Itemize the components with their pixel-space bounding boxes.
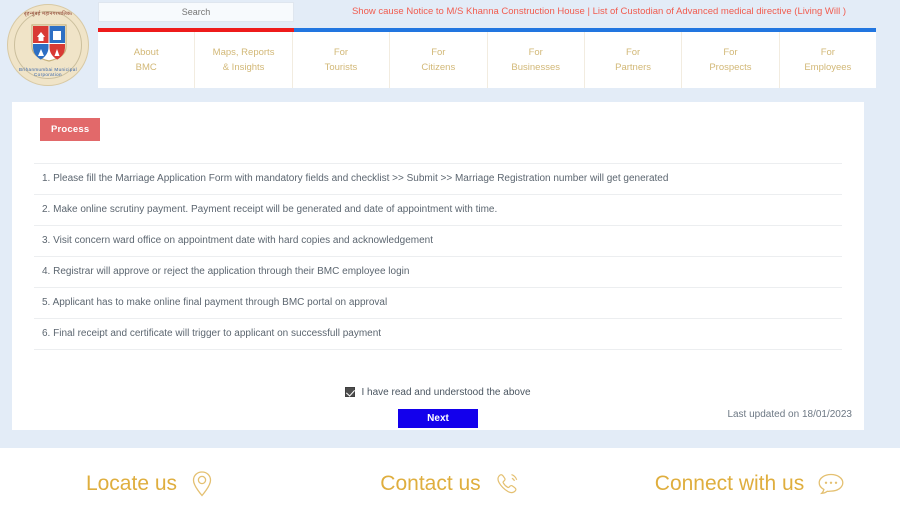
consent-checkbox[interactable] <box>345 387 356 397</box>
nav-item-for-partners[interactable]: For Partners <box>584 32 683 88</box>
confirm-area: I have read and understood the above Nex… <box>12 384 864 428</box>
nav-item-for-tourists[interactable]: For Tourists <box>292 32 391 88</box>
nav-label-line2: Citizens <box>421 62 456 73</box>
process-step: 6. Final receipt and certificate will tr… <box>34 319 842 350</box>
nav-item-for-employees[interactable]: For Employees <box>779 32 876 88</box>
nav-label-line2: Partners <box>615 62 652 73</box>
navbar-items: About BMC Maps, Reports & Insights For T… <box>98 32 876 88</box>
crest-arc-text: Brihanmumbai Municipal Corporation <box>18 67 78 77</box>
process-step: 1. Please fill the Marriage Application … <box>34 164 842 195</box>
site-header: बृहन्मुंबई महानगरपालिका Brihanmumbai Mun… <box>0 0 900 88</box>
nav-item-for-businesses[interactable]: For Businesses <box>487 32 585 88</box>
site-footer: Locate us Contact us Connect with us <box>0 448 900 519</box>
footer-connect-with-us[interactable]: Connect with us <box>600 472 900 496</box>
process-card: Process 1. Please fill the Marriage Appl… <box>12 102 864 430</box>
search-input[interactable] <box>98 2 294 22</box>
nav-label-line2: Businesses <box>511 62 560 73</box>
footer-connect-with-us-label: Connect with us <box>654 471 805 495</box>
process-step: 5. Applicant has to make online final pa… <box>34 288 842 319</box>
last-updated-text: Last updated on 18/01/2023 <box>727 409 852 420</box>
crest-shield-icon <box>31 24 67 62</box>
nav-label-line1: For <box>820 47 835 58</box>
nav-label-line1: For <box>625 47 641 58</box>
location-pin-icon <box>192 470 212 496</box>
consent-row[interactable]: I have read and understood the above <box>345 386 531 398</box>
footer-contact-us-label: Contact us <box>380 471 481 495</box>
notice-ticker[interactable]: Show cause Notice to M/S Khanna Construc… <box>300 3 898 21</box>
footer-contact-us[interactable]: Contact us <box>300 471 600 497</box>
process-step: 3. Visit concern ward office on appointm… <box>34 226 842 257</box>
nav-label-line2: & Insights <box>222 62 265 73</box>
nav-label-line1: For <box>431 47 446 58</box>
bmc-crest-icon: बृहन्मुंबई महानगरपालिका Brihanmumbai Mun… <box>7 4 89 86</box>
nav-label-line2: Prospects <box>709 62 752 73</box>
next-button[interactable]: Next <box>398 409 478 428</box>
nav-label-line2: Tourists <box>324 62 358 73</box>
chat-bubble-icon <box>818 473 844 494</box>
crest-devanagari-text: बृहन्मुंबई महानगरपालिका <box>23 11 73 17</box>
nav-label-line2: Employees <box>804 62 852 73</box>
footer-locate-us[interactable]: Locate us <box>0 470 300 498</box>
nav-item-maps-reports-insights[interactable]: Maps, Reports & Insights <box>195 32 293 88</box>
nav-item-about-bmc[interactable]: About BMC <box>98 32 196 88</box>
nav-item-for-prospects[interactable]: For Prospects <box>682 32 780 88</box>
page-background: Process 1. Please fill the Marriage Appl… <box>0 88 900 448</box>
phone-ring-icon <box>497 473 517 493</box>
badge-row: Process <box>12 102 864 141</box>
process-steps-list: 1. Please fill the Marriage Application … <box>34 163 842 350</box>
nav-label-line1: For <box>528 47 543 58</box>
nav-label-line2: BMC <box>135 62 157 73</box>
main-navbar: About BMC Maps, Reports & Insights For T… <box>98 28 876 88</box>
footer-locate-us-label: Locate us <box>85 471 178 495</box>
consent-label: I have read and understood the above <box>361 386 531 398</box>
process-step: 4. Registrar will approve or reject the … <box>34 257 842 288</box>
nav-label-line1: For <box>723 47 738 58</box>
nav-label-line1: Maps, Reports <box>212 47 275 58</box>
process-badge: Process <box>40 118 101 141</box>
nav-label-line1: About <box>133 47 159 58</box>
process-step: 2. Make online scrutiny payment. Payment… <box>34 195 842 226</box>
bmc-logo[interactable]: बृहन्मुंबई महानगरपालिका Brihanmumbai Mun… <box>4 2 92 88</box>
nav-item-for-citizens[interactable]: For Citizens <box>390 32 488 88</box>
nav-label-line1: For <box>333 47 349 58</box>
